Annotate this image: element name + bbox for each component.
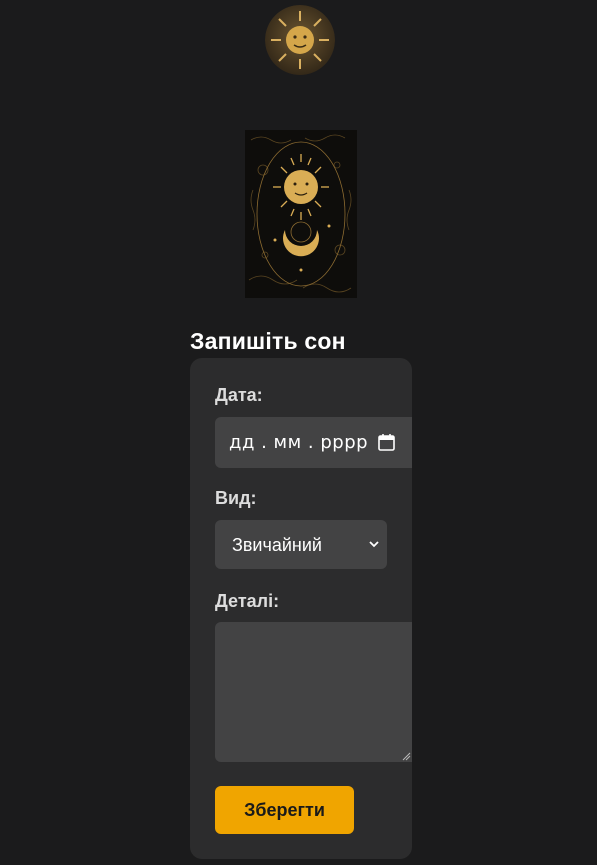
dream-form: Дата: дд . мм . рррр Вид: Звичайний Дета…: [190, 358, 412, 859]
details-label: Деталі:: [215, 591, 280, 611]
type-label: Вид:: [215, 488, 257, 508]
calendar-icon[interactable]: [378, 433, 395, 451]
page-title: Запишіть сон: [190, 328, 346, 354]
dream-type-value: Звичайний: [232, 535, 322, 555]
sun-logo: [265, 5, 335, 75]
sun-moon-card-image: [245, 130, 357, 298]
sun-moon-tarot-card-icon: [245, 130, 357, 298]
chevron-down-icon: [369, 541, 379, 548]
dream-type-select[interactable]: Звичайний: [215, 520, 387, 569]
save-button[interactable]: Зберегти: [215, 786, 354, 834]
details-textarea[interactable]: [215, 622, 412, 762]
date-field[interactable]: дд . мм . рррр: [215, 417, 412, 468]
date-placeholder: дд . мм . рррр: [229, 432, 369, 453]
resize-handle-icon[interactable]: [401, 751, 411, 761]
date-label: Дата:: [215, 385, 263, 405]
sun-face-icon: [265, 5, 335, 75]
